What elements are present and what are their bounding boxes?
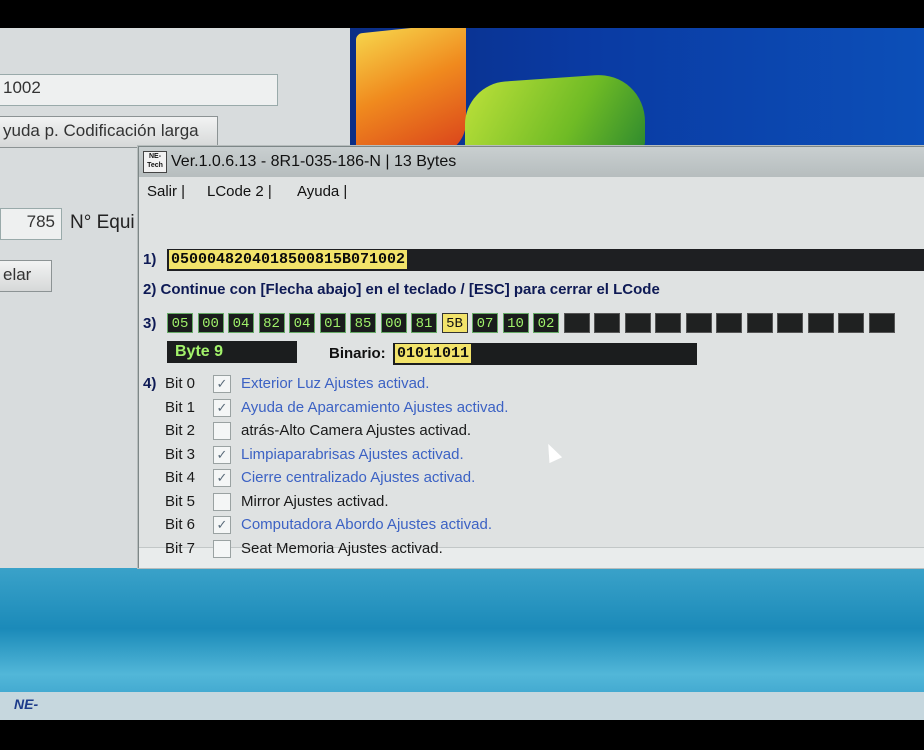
byte-cell-empty bbox=[685, 313, 712, 333]
lcode-dialog: NE-Tech Ver.1.0.6.13 - 8R1-035-186-N | 1… bbox=[138, 146, 924, 568]
app-icon: NE-Tech bbox=[143, 151, 167, 173]
byte-cell[interactable]: 10 bbox=[502, 313, 529, 333]
byte-cell[interactable]: 07 bbox=[472, 313, 498, 333]
dialog-titlebar[interactable]: NE-Tech Ver.1.0.6.13 - 8R1-035-186-N | 1… bbox=[139, 147, 924, 177]
bit-description: Ayuda de Aparcamiento Ajustes activad. bbox=[241, 398, 509, 416]
menu-lcode2[interactable]: LCode 2 | bbox=[207, 183, 272, 200]
bit-label: Bit 7 bbox=[165, 539, 196, 557]
selected-byte-label: Byte 9 bbox=[167, 341, 297, 363]
bit-row: Bit 1 ✓ Ayuda de Aparcamiento Ajustes acti… bbox=[165, 397, 765, 419]
menu-ayuda[interactable]: Ayuda | bbox=[297, 183, 347, 200]
byte-cell[interactable]: 82 bbox=[258, 313, 285, 333]
windows-logo-decoration bbox=[356, 28, 466, 164]
bit-description: atrás-Alto Camera Ajustes activad. bbox=[241, 422, 472, 439]
dialog-title: Ver.1.0.6.13 - 8R1-035-186-N | 13 Bytes bbox=[171, 153, 457, 170]
code-value: 0500048204018500815B071002 bbox=[169, 250, 408, 269]
byte-cell-empty bbox=[868, 313, 895, 333]
binary-label: Binario: bbox=[329, 345, 386, 362]
byte-cell[interactable]: 04 bbox=[289, 313, 315, 333]
bit-checkbox[interactable]: ✓ bbox=[213, 398, 231, 417]
bit-checkbox[interactable]: ✓ bbox=[213, 445, 231, 464]
byte-cell[interactable]: 04 bbox=[228, 313, 254, 333]
bit-label: Bit 4 bbox=[165, 469, 196, 486]
bit-description: Mirror Ajustes activad. bbox=[241, 492, 389, 510]
bit-label: Bit 1 bbox=[165, 398, 196, 416]
bit-description: Seat Memoria Ajustes activad. bbox=[241, 539, 443, 557]
bit-label: Bit 0 bbox=[165, 375, 196, 392]
byte-cell[interactable]: 85 bbox=[350, 313, 376, 333]
bit-label: Bit 2 bbox=[165, 422, 196, 439]
bit-description: Computadora Abordo Ajustes activad. bbox=[241, 516, 492, 533]
taskbar-app-logo[interactable]: NE- bbox=[14, 696, 38, 712]
parent-top-field[interactable]: 1002 bbox=[0, 74, 278, 106]
bit-checkbox[interactable] bbox=[213, 492, 231, 511]
byte-cell-empty bbox=[716, 313, 742, 333]
bit-label: Bit 3 bbox=[165, 445, 196, 463]
byte-cell[interactable]: 00 bbox=[380, 313, 407, 333]
bit-row: Bit 3 ✓ Limpiaparabrisas Ajustes activad. bbox=[165, 444, 765, 466]
bit-label: Bit 5 bbox=[165, 492, 196, 510]
byte-cell[interactable]: 5B bbox=[441, 313, 468, 333]
bit-checkbox[interactable]: ✓ bbox=[213, 469, 231, 487]
monitor-screen: 1002 yuda p. Codificación larga 785 N° E… bbox=[0, 28, 924, 720]
byte-cell-empty bbox=[624, 313, 651, 333]
byte-cell[interactable]: 00 bbox=[197, 313, 224, 333]
menu-bar: Salir | LCode 2 | Ayuda | bbox=[139, 179, 924, 205]
help-long-coding-button[interactable]: yuda p. Codificación larga bbox=[0, 116, 218, 148]
bit-label: Bit 6 bbox=[165, 516, 196, 533]
bit-description: Exterior Luz Ajustes activad. bbox=[241, 375, 430, 392]
menu-salir[interactable]: Salir | bbox=[147, 183, 185, 200]
binary-value: 01011011 bbox=[395, 344, 472, 363]
bit-row: Bit 5 Mirror Ajustes activad. bbox=[165, 491, 765, 513]
bit-row: Bit 2 atrás-Alto Camera Ajustes activad. bbox=[165, 420, 765, 442]
step4-number: 4) bbox=[143, 375, 157, 392]
byte-cell-empty bbox=[563, 313, 590, 333]
equip-label: N° Equi bbox=[70, 212, 135, 233]
bit-row: Bit 6 ✓ Computadora Abordo Ajustes activad… bbox=[165, 514, 765, 536]
byte-cell-empty bbox=[655, 313, 681, 333]
bit-row: Bit 7 Seat Memoria Ajustes activad. bbox=[165, 538, 765, 560]
byte-cell[interactable]: 01 bbox=[319, 313, 346, 333]
bit-description: Cierre centralizado Ajustes activad. bbox=[241, 469, 476, 486]
step1-number: 1) bbox=[143, 251, 157, 268]
bit-checkbox[interactable]: ✓ bbox=[213, 516, 231, 534]
byte-cell-empty bbox=[807, 313, 834, 333]
bit-checkbox[interactable] bbox=[213, 422, 231, 440]
bit-row: Bit 4 ✓ Cierre centralizado Ajustes activa… bbox=[165, 467, 765, 489]
byte-cell-empty bbox=[838, 313, 864, 333]
byte-cell-empty bbox=[777, 313, 803, 333]
byte-cell[interactable]: 05 bbox=[167, 313, 193, 333]
step2-instruction: 2) Continue con [Flecha abajo] en el tec… bbox=[143, 281, 660, 298]
code-field[interactable]: 0500048204018500815B071002 bbox=[167, 249, 924, 271]
parent-number-field[interactable]: 785 bbox=[0, 208, 62, 240]
binary-field: 01011011 bbox=[393, 343, 697, 365]
bit-row: Bit 0 ✓ Exterior Luz Ajustes activad. bbox=[165, 373, 765, 395]
step3-number: 3) bbox=[143, 315, 157, 332]
bit-checkbox[interactable]: ✓ bbox=[213, 375, 231, 393]
byte-cell[interactable]: 81 bbox=[411, 313, 437, 333]
byte-cell-empty bbox=[746, 313, 773, 333]
cancel-button[interactable]: elar bbox=[0, 260, 52, 292]
taskbar bbox=[0, 692, 924, 720]
byte-cell-empty bbox=[594, 313, 620, 333]
bit-checkbox[interactable] bbox=[213, 539, 231, 558]
byte-cell[interactable]: 02 bbox=[533, 313, 559, 333]
bit-description: Limpiaparabrisas Ajustes activad. bbox=[241, 445, 464, 463]
